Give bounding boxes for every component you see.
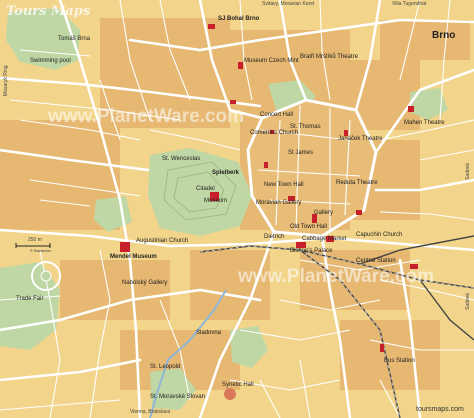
building-marker[interactable] [356, 210, 362, 215]
building-marker[interactable] [264, 162, 268, 168]
place-label[interactable]: Reduta Theatre [336, 180, 378, 186]
place-label[interactable]: Mahen Theatre [404, 120, 445, 126]
place-label[interactable]: Central Station [356, 258, 396, 264]
place-label[interactable]: New Town Hall [264, 182, 304, 188]
edge-label-right: Sadová [465, 163, 471, 180]
place-label[interactable]: Mendel Museum [110, 254, 157, 260]
building-marker[interactable] [380, 344, 384, 352]
map-canvas [0, 0, 474, 418]
building-marker[interactable] [408, 106, 414, 112]
place-label[interactable]: Old Town Hall [290, 224, 327, 230]
watermark-text: www.PlanetWare.com [238, 266, 435, 287]
place-label[interactable]: Tomáš Brna [58, 36, 90, 42]
place-label[interactable]: Swimming pool [30, 58, 71, 64]
map-title: Brno [432, 30, 456, 41]
place-label[interactable]: St. Wenceslas [162, 156, 200, 162]
stadium-marker [224, 388, 236, 400]
scale-copyright: © Baedeker [30, 248, 52, 253]
place-label[interactable]: Gallery [314, 210, 333, 216]
place-label[interactable]: Bishop's Palace [290, 248, 333, 254]
scale-bar: 250 m © Baedeker [14, 236, 54, 253]
place-label[interactable]: Museum [204, 198, 227, 204]
place-label[interactable]: St. Leopold [150, 364, 180, 370]
place-label[interactable]: Trade Fair [16, 296, 43, 302]
place-label[interactable]: Citadel [196, 186, 215, 192]
building-marker[interactable] [230, 100, 236, 104]
place-label[interactable]: Bratři Mrštíků Theatre [300, 54, 358, 60]
place-label[interactable]: Bus Station [384, 358, 415, 364]
place-label[interactable]: Nabolský Gallery [122, 280, 167, 286]
watermark-logo: Tours Maps [6, 4, 91, 19]
place-label[interactable]: Museum Czech Mint [244, 58, 299, 64]
city-map[interactable]: Tours Maps www.PlanetWare.com www.Planet… [0, 0, 474, 418]
place-label[interactable]: Synetic Hall [222, 382, 254, 388]
place-label[interactable]: Spielberk [212, 170, 239, 176]
building-marker[interactable] [238, 62, 243, 69]
edge-label-top-right: Villa Tugendhat [392, 1, 427, 7]
place-label[interactable]: Cabbage Market [302, 236, 346, 242]
edge-label-top: Svitavy, Moravian Karst [262, 1, 315, 7]
building-marker[interactable] [208, 24, 215, 29]
place-label[interactable]: Augustinian Church [136, 238, 188, 244]
edge-label-bottom: Vienna, Bratislava [130, 409, 171, 415]
edge-label-left: Masaryk Ring [3, 65, 9, 96]
place-label[interactable]: St James [288, 150, 313, 156]
place-label[interactable]: Concert Hall [260, 112, 293, 118]
scale-label: 250 m [28, 237, 42, 243]
watermark-text: www.PlanetWare.com [48, 106, 245, 127]
place-label[interactable]: Moravian Gallery [256, 200, 301, 206]
place-label[interactable]: Capuchin Church [356, 232, 402, 238]
place-label[interactable]: Sladovna [196, 330, 221, 336]
place-label[interactable]: St. Moravské Slovan [150, 394, 205, 400]
credit-text: toursmaps.com [416, 406, 464, 413]
place-label[interactable]: SJ Bohal Brno [218, 16, 259, 22]
place-label[interactable]: Dietrich [264, 234, 284, 240]
edge-label-right-lower: Sadová [465, 293, 471, 310]
place-label[interactable]: Comenius Church [250, 130, 298, 136]
place-label[interactable]: Janáček Theatre [338, 136, 383, 142]
monastery-marker[interactable] [120, 242, 130, 252]
